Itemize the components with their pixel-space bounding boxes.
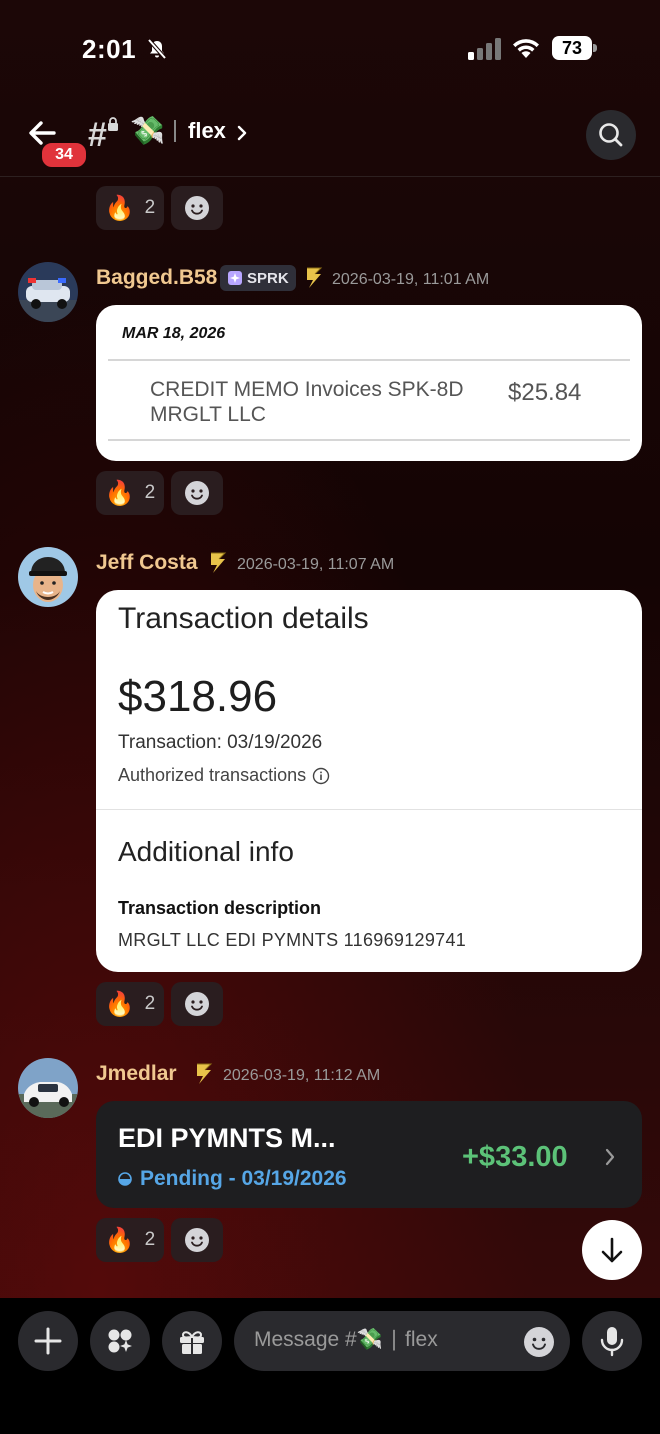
smiley-icon: [185, 196, 209, 220]
message-placeholder: Message #💸 ∣ flex: [254, 1328, 438, 1351]
description-label: Transaction description: [118, 898, 322, 918]
memo-divider-bottom: [108, 439, 630, 441]
server-tag-label: SPRK: [247, 269, 289, 287]
status-time: 2:01: [82, 34, 137, 64]
username[interactable]: Bagged.B58: [96, 266, 217, 290]
fire-reaction[interactable]: 🔥 2: [96, 471, 164, 515]
header-divider: [0, 176, 660, 177]
smiley-icon: [532, 1337, 546, 1350]
payment-status: Pending - 03/19/2026: [118, 1167, 347, 1191]
apps-icon: [108, 1329, 132, 1353]
transaction-details-card[interactable]: Transaction details $318.96 Transaction:…: [96, 590, 642, 972]
coin-stack-icon: [197, 1063, 213, 1084]
voice-message-button[interactable]: [582, 1311, 642, 1371]
transaction-amount: $318.96: [118, 672, 278, 721]
avatar[interactable]: [18, 262, 78, 322]
sparkle-icon: [228, 271, 242, 285]
avatar[interactable]: [18, 547, 78, 607]
transaction-date: Transaction: 03/19/2026: [118, 732, 323, 753]
avatar[interactable]: [18, 1058, 78, 1118]
payment-amount: +$33.00: [462, 1141, 568, 1173]
chevron-right-icon: [605, 1148, 615, 1166]
reaction-count: 2: [144, 1229, 156, 1250]
add-reaction-button[interactable]: [171, 471, 223, 515]
bell-muted-icon: [147, 38, 167, 60]
reaction-count: 2: [144, 197, 156, 218]
unread-badge: 34: [40, 141, 88, 169]
header-separator: [174, 120, 176, 142]
reaction-count: 2: [144, 482, 156, 503]
smiley-icon: [185, 992, 209, 1016]
search-icon: [599, 123, 623, 147]
fire-reaction[interactable]: 🔥 2: [96, 982, 164, 1026]
fire-reaction[interactable]: 🔥 2: [96, 1218, 164, 1262]
emoji-picker-button[interactable]: [524, 1327, 554, 1357]
server-tag[interactable]: SPRK: [220, 265, 296, 291]
info-icon[interactable]: [312, 767, 330, 785]
jump-to-bottom-button[interactable]: [582, 1220, 642, 1280]
chevron-right-icon[interactable]: [236, 124, 248, 142]
memo-description: CREDIT MEMO Invoices SPK-8D MRGLT LLC: [150, 378, 464, 426]
add-reaction-button[interactable]: [171, 982, 223, 1026]
memo-divider-top: [108, 359, 630, 361]
cell-signal-icon: [468, 38, 501, 60]
battery-level: 73: [552, 36, 592, 60]
timestamp: 2026-03-19, 11:12 AM: [223, 1067, 381, 1084]
message-input[interactable]: Message #💸 ∣ flex: [234, 1311, 570, 1371]
channel-hash-icon: #: [88, 116, 107, 154]
additional-info-title: Additional info: [118, 836, 294, 867]
timestamp: 2026-03-19, 11:01 AM: [332, 271, 490, 288]
authorized-transactions: Authorized transactions: [118, 765, 330, 786]
add-reaction-button[interactable]: [171, 1218, 223, 1262]
payment-title: EDI PYMNTS M...: [118, 1123, 336, 1153]
search-button[interactable]: [586, 110, 636, 160]
fire-emoji: 🔥: [104, 194, 135, 222]
add-attachment-button[interactable]: [18, 1311, 78, 1371]
lock-icon: [108, 117, 118, 131]
timestamp: 2026-03-19, 11:07 AM: [237, 556, 395, 573]
channel-name[interactable]: flex: [188, 118, 226, 144]
arrow-down-icon: [601, 1237, 623, 1263]
credit-memo-card[interactable]: MAR 18, 2026 CREDIT MEMO Invoices SPK-8D…: [96, 305, 642, 461]
username[interactable]: Jeff Costa: [96, 551, 198, 575]
gift-icon: [180, 1331, 204, 1354]
smiley-icon: [185, 1228, 209, 1252]
plus-icon: [34, 1327, 62, 1355]
wifi-icon: [513, 39, 539, 58]
memo-date: MAR 18, 2026: [122, 325, 226, 342]
card-title: Transaction details: [118, 602, 369, 635]
fire-reaction[interactable]: 🔥 2: [96, 186, 164, 230]
payment-status-text: Pending - 03/19/2026: [140, 1167, 347, 1190]
fire-emoji: 🔥: [104, 479, 135, 507]
coin-stack-icon: [307, 267, 323, 288]
authorized-label: Authorized transactions: [118, 765, 307, 785]
memo-amount: $25.84: [508, 379, 582, 406]
coin-stack-icon: [211, 552, 227, 573]
pending-payment-card[interactable]: EDI PYMNTS M... Pending - 03/19/2026 +$3…: [96, 1101, 642, 1208]
smiley-icon: [185, 481, 209, 505]
add-reaction-button[interactable]: [171, 186, 223, 230]
microphone-icon: [600, 1327, 624, 1357]
description-value: MRGLT LLC EDI PYMNTS 116969129741: [118, 930, 467, 950]
apps-button[interactable]: [90, 1311, 150, 1371]
pending-icon: [118, 1172, 132, 1186]
fire-emoji: 🔥: [104, 1226, 135, 1254]
channel-emoji: 💸: [130, 115, 165, 146]
battery-icon: 73: [552, 36, 598, 60]
card-divider: [96, 809, 642, 810]
username[interactable]: Jmedlar: [96, 1062, 177, 1086]
fire-emoji: 🔥: [104, 990, 135, 1018]
reaction-count: 2: [144, 993, 156, 1014]
gift-button[interactable]: [162, 1311, 222, 1371]
